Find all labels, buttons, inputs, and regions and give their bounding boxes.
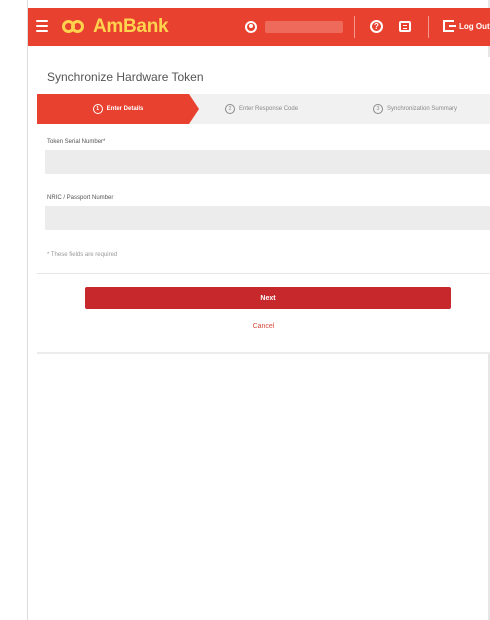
required-fields-note: * These fields are required: [47, 252, 118, 258]
logout-label: Log Out: [459, 21, 490, 31]
step-label: Synchronization Summary: [387, 106, 458, 112]
step-number: 2: [225, 104, 235, 114]
ambank-logo-mark-icon: [62, 20, 88, 34]
step-label: Enter Response Code: [239, 106, 299, 112]
step-enter-details: 1 Enter Details: [37, 94, 199, 124]
cancel-link[interactable]: Cancel: [37, 323, 490, 330]
logout-button[interactable]: Log Out: [443, 20, 490, 32]
token-serial-label: Token Serial Number*: [47, 139, 106, 145]
brand-name: AmBank: [93, 16, 169, 37]
divider: [37, 273, 490, 274]
brand-logo[interactable]: AmBank: [62, 16, 169, 38]
message-icon[interactable]: [399, 21, 411, 32]
step-synchronization-summary: 3 Synchronization Summary: [373, 94, 457, 124]
nric-passport-input[interactable]: [45, 206, 490, 230]
step-number: 1: [92, 104, 103, 114]
top-navigation-bar: AmBank ? Log Out: [28, 8, 490, 46]
stepper: 1 Enter Details 2 Enter Response Code 3 …: [37, 94, 490, 124]
page-title: Synchronize Hardware Token: [47, 70, 204, 84]
user-name-redacted[interactable]: [265, 21, 343, 33]
help-icon[interactable]: ?: [370, 20, 383, 33]
next-button[interactable]: Next: [85, 287, 451, 309]
menu-icon[interactable]: [36, 20, 48, 34]
step-enter-response-code: 2 Enter Response Code: [225, 94, 298, 124]
header-divider: [354, 16, 355, 38]
scroll-edge: [27, 0, 28, 620]
logout-icon: [443, 20, 456, 32]
step-label: Enter Details: [106, 106, 144, 112]
synchronize-token-card: Synchronize Hardware Token 1 Enter Detai…: [37, 57, 490, 354]
user-icon[interactable]: [245, 21, 257, 33]
token-serial-input[interactable]: [45, 150, 490, 174]
header-divider: [428, 16, 429, 38]
step-number: 3: [373, 104, 383, 114]
nric-passport-label: NRIC / Passport Number: [47, 195, 114, 201]
